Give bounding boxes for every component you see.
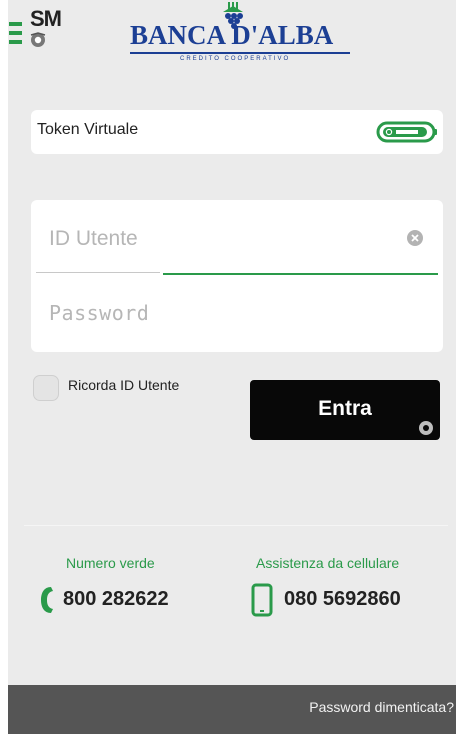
- user-id-focus-underline: [163, 273, 438, 275]
- bank-logo: BANCA D'ALBA CREDITO COOPERATIVO: [122, 0, 352, 70]
- toll-free-number[interactable]: 800 282622: [63, 588, 169, 611]
- sm-disc-icon: [419, 421, 433, 435]
- bank-logo-rule: [130, 52, 350, 54]
- token-label: Token Virtuale: [37, 121, 139, 138]
- bank-tagline: CREDITO COOPERATIVO: [180, 56, 291, 62]
- sm-logo: SM: [30, 6, 78, 50]
- remember-user-checkbox[interactable]: [33, 375, 59, 401]
- section-divider: [24, 525, 448, 526]
- mobile-assistance-number[interactable]: 080 5692860: [284, 588, 401, 611]
- login-button[interactable]: Entra: [250, 380, 440, 440]
- mobile-assistance-label: Assistenza da cellulare: [256, 555, 400, 571]
- login-button-label: Entra: [318, 397, 372, 420]
- token-virtual-row[interactable]: Token Virtuale: [31, 110, 443, 154]
- header: SM BANCA D'ALBA CREDITO COOPERATIVO: [0, 0, 456, 86]
- token-device-icon[interactable]: [376, 121, 438, 143]
- sm-logo-disc-icon: [30, 32, 46, 47]
- smartphone-icon[interactable]: [251, 583, 273, 617]
- user-id-input[interactable]: ID Utente: [49, 227, 138, 251]
- login-form: ID Utente Password: [31, 200, 443, 352]
- sm-logo-text: SM: [30, 6, 62, 31]
- toll-free-label: Numero verde: [66, 555, 155, 571]
- phone-icon[interactable]: [36, 585, 56, 615]
- user-id-underline: [36, 272, 160, 273]
- footer-bar: Password dimenticata?: [8, 685, 456, 734]
- password-input[interactable]: Password: [49, 301, 149, 325]
- remember-user-label[interactable]: Ricorda ID Utente: [68, 377, 179, 393]
- bank-name: BANCA D'ALBA: [130, 20, 334, 50]
- clear-icon[interactable]: [406, 229, 424, 247]
- forgot-password-link[interactable]: Password dimenticata?: [309, 699, 454, 715]
- hamburger-menu-icon[interactable]: [9, 22, 22, 44]
